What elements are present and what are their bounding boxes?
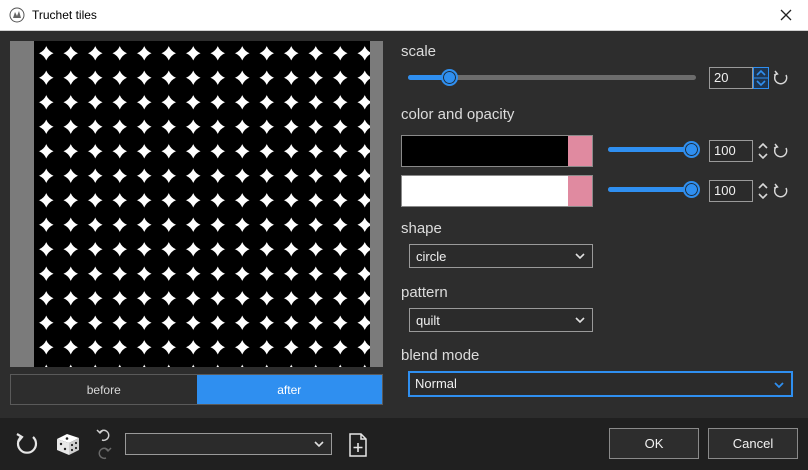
preset-select[interactable] [125, 433, 332, 455]
truchet-preview [34, 41, 370, 367]
chevron-down-icon [314, 441, 324, 448]
opacity-1-reset-icon[interactable] [773, 143, 789, 159]
pattern-select-value: quilt [416, 313, 440, 328]
new-preset-icon[interactable] [348, 433, 368, 457]
chevron-down-icon [575, 317, 585, 324]
shape-label: shape [401, 220, 442, 237]
opacity-2-slider-fill [608, 187, 692, 192]
close-icon[interactable] [776, 5, 796, 25]
before-button[interactable]: before [11, 375, 197, 404]
window-title: Truchet tiles [32, 8, 97, 22]
color-1-swatch [402, 136, 568, 166]
chevron-down-icon [575, 253, 585, 260]
opacity-1-slider-fill [608, 147, 692, 152]
opacity-1-spin-arrows[interactable] [755, 140, 771, 162]
scale-spin-arrows[interactable] [753, 67, 769, 89]
pattern-label: pattern [401, 284, 448, 301]
blend-mode-label: blend mode [401, 347, 480, 364]
color-2-swatch [402, 176, 568, 206]
cancel-button[interactable]: Cancel [708, 428, 798, 459]
opacity-1-slider-thumb[interactable] [683, 141, 700, 158]
after-button[interactable]: after [196, 375, 382, 404]
title-bar: Truchet tiles [0, 0, 808, 31]
opacity-2-slider[interactable] [608, 187, 692, 192]
opacity-2-spin-arrows[interactable] [755, 180, 771, 202]
scale-label: scale [401, 43, 437, 60]
color-2-picker[interactable] [401, 175, 593, 207]
opacity-1-slider[interactable] [608, 147, 692, 152]
opacity-2-reset-icon[interactable] [773, 183, 789, 199]
pattern-select[interactable]: quilt [409, 308, 593, 332]
footer-bar: OK Cancel [0, 418, 808, 470]
color-1-alpha-swatch [568, 136, 592, 166]
app-icon [9, 7, 25, 23]
chevron-down-icon [774, 382, 784, 389]
scale-slider-thumb[interactable] [441, 69, 458, 86]
scale-reset-icon[interactable] [773, 70, 789, 86]
reset-icon[interactable] [14, 431, 40, 457]
color-1-picker[interactable] [401, 135, 593, 167]
shape-select-value: circle [416, 249, 447, 264]
preview-canvas [10, 41, 383, 367]
dice-icon[interactable] [54, 430, 82, 458]
color-2-alpha-swatch [568, 176, 592, 206]
ok-button[interactable]: OK [609, 428, 699, 459]
redo-icon[interactable] [96, 446, 112, 460]
undo-icon[interactable] [96, 428, 112, 442]
opacity-2-input[interactable]: 100 [709, 180, 753, 202]
opacity-2-slider-thumb[interactable] [683, 181, 700, 198]
opacity-1-input[interactable]: 100 [709, 140, 753, 162]
scale-input[interactable]: 20 [709, 67, 753, 89]
blend-mode-select[interactable]: Normal [408, 371, 793, 397]
shape-select[interactable]: circle [409, 244, 593, 268]
before-after-toggle: before after [10, 374, 383, 405]
color-opacity-label: color and opacity [401, 106, 515, 123]
blend-mode-select-value: Normal [415, 376, 457, 391]
